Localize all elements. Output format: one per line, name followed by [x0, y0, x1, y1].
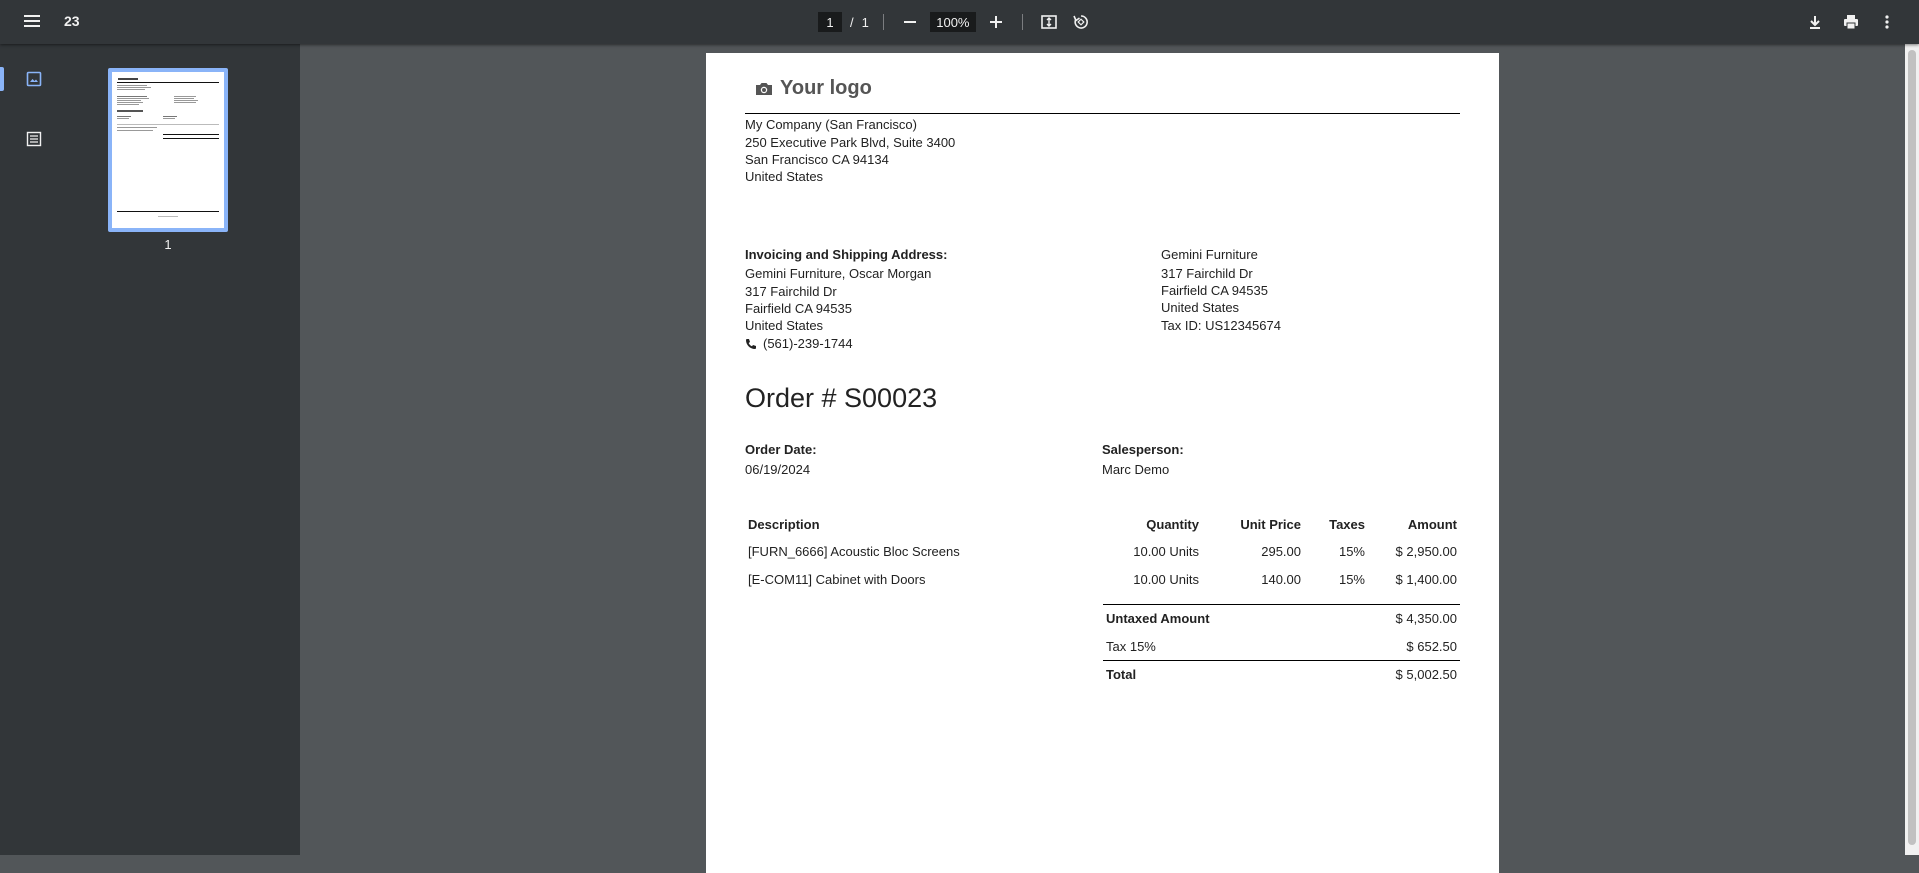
header-unit-price: Unit Price [1240, 516, 1301, 532]
header-description: Description [748, 516, 820, 532]
toolbar-divider [1021, 14, 1023, 30]
untaxed-value: $ 4,350.00 [1395, 611, 1457, 626]
thumbnail-page-number: 1 [164, 237, 172, 252]
line-description: [FURN_6666] Acoustic Bloc Screens [748, 543, 960, 559]
logo-text: Your logo [780, 77, 872, 99]
invoicing-heading: Invoicing and Shipping Address: [745, 247, 948, 262]
pdf-toolbar: 23 / 1 [0, 0, 1919, 44]
image-icon [26, 71, 42, 87]
invoicing-country: United States [745, 318, 824, 333]
pdf-page: Your logo My Company (San Francisco) 250… [706, 53, 1499, 873]
page-number-input[interactable] [818, 12, 842, 32]
salesperson-label: Salesperson: [1102, 442, 1184, 457]
customer-country: United States [1161, 300, 1240, 315]
company-country: United States [745, 169, 824, 184]
page-separator: / [850, 14, 854, 30]
line-amount: $ 2,950.00 [1395, 543, 1457, 559]
company-street: 250 Executive Park Blvd, Suite 3400 [745, 135, 956, 150]
line-unit-price: 295.00 [1261, 543, 1301, 559]
print-icon[interactable] [1839, 10, 1863, 34]
toolbar-divider [882, 14, 884, 30]
fit-page-icon[interactable] [1037, 10, 1061, 34]
invoicing-phone: (561)-239-1744 [763, 336, 853, 351]
rotate-icon[interactable] [1069, 10, 1093, 34]
toolbar-right-controls [1803, 10, 1899, 34]
order-title: Order # S00023 [745, 383, 938, 413]
customer-city: Fairfield CA 94535 [1161, 283, 1268, 298]
header-taxes: Taxes [1329, 516, 1365, 532]
line-description: [E-COM11] Cabinet with Doors [748, 571, 926, 587]
table-row: [FURN_6666] Acoustic Bloc Screens 10.00 … [745, 537, 1460, 565]
tax-row: Tax 15% $ 652.50 [1103, 632, 1460, 660]
line-taxes: 15% [1338, 571, 1365, 587]
page-total: 1 [861, 14, 869, 30]
invoicing-city: Fairfield CA 94535 [745, 301, 852, 316]
vertical-scrollbar[interactable] [1905, 44, 1919, 855]
salesperson-value: Marc Demo [1102, 462, 1170, 477]
line-taxes: 15% [1338, 543, 1365, 559]
customer-street: 317 Fairchild Dr [1161, 266, 1253, 281]
company-name: My Company (San Francisco) [745, 117, 917, 132]
line-quantity: 10.00 Units [1133, 543, 1199, 559]
company-city: San Francisco CA 94134 [745, 152, 889, 167]
tax-value: $ 652.50 [1406, 638, 1457, 654]
thumbnails-tab[interactable] [0, 61, 68, 97]
untaxed-label: Untaxed Amount [1106, 611, 1210, 626]
company-logo: Your logo [754, 77, 872, 100]
order-date-label: Order Date: [745, 442, 817, 457]
header-quantity: Quantity [1146, 516, 1199, 532]
invoicing-street: 317 Fairchild Dr [745, 284, 837, 299]
tax-label: Tax 15% [1106, 638, 1156, 654]
order-lines-table: Description Quantity Unit Price Taxes Am… [745, 511, 1460, 593]
outline-icon [26, 131, 42, 147]
page-thumbnail[interactable] [108, 68, 228, 232]
untaxed-row: Untaxed Amount $ 4,350.00 [1103, 604, 1460, 632]
menu-icon[interactable] [20, 12, 44, 32]
customer-name: Gemini Furniture [1161, 247, 1258, 262]
total-row: Total $ 5,002.50 [1103, 660, 1460, 688]
zoom-out-icon[interactable] [898, 10, 922, 34]
line-quantity: 10.00 Units [1133, 571, 1199, 587]
download-icon[interactable] [1803, 10, 1827, 34]
invoicing-name: Gemini Furniture, Oscar Morgan [745, 266, 932, 281]
outline-tab[interactable] [0, 121, 68, 157]
header-amount: Amount [1407, 516, 1457, 532]
invoicing-phone-row: (561)-239-1744 [745, 335, 853, 352]
total-value: $ 5,002.50 [1395, 667, 1457, 682]
scrollbar-thumb[interactable] [1908, 50, 1916, 845]
more-options-icon[interactable] [1875, 10, 1899, 34]
phone-icon [746, 338, 756, 349]
camera-icon [756, 82, 772, 95]
order-date-value: 06/19/2024 [745, 462, 811, 477]
zoom-in-icon[interactable] [984, 10, 1008, 34]
line-unit-price: 140.00 [1261, 571, 1301, 587]
document-title: 23 [64, 13, 80, 29]
line-amount: $ 1,400.00 [1395, 571, 1457, 587]
zoom-input[interactable] [929, 12, 976, 32]
header-rule [745, 113, 1460, 114]
sidebar-tabs [0, 44, 68, 855]
totals-block: Untaxed Amount $ 4,350.00 Tax 15% $ 652.… [1103, 604, 1460, 688]
total-label: Total [1106, 667, 1137, 682]
thumbnail-sidebar: 1 [0, 44, 300, 855]
table-header-row: Description Quantity Unit Price Taxes Am… [745, 511, 1460, 537]
toolbar-center-controls: / 1 [818, 10, 1093, 34]
customer-tax-id: Tax ID: US12345674 [1161, 318, 1281, 333]
table-row: [E-COM11] Cabinet with Doors 10.00 Units… [745, 565, 1460, 593]
